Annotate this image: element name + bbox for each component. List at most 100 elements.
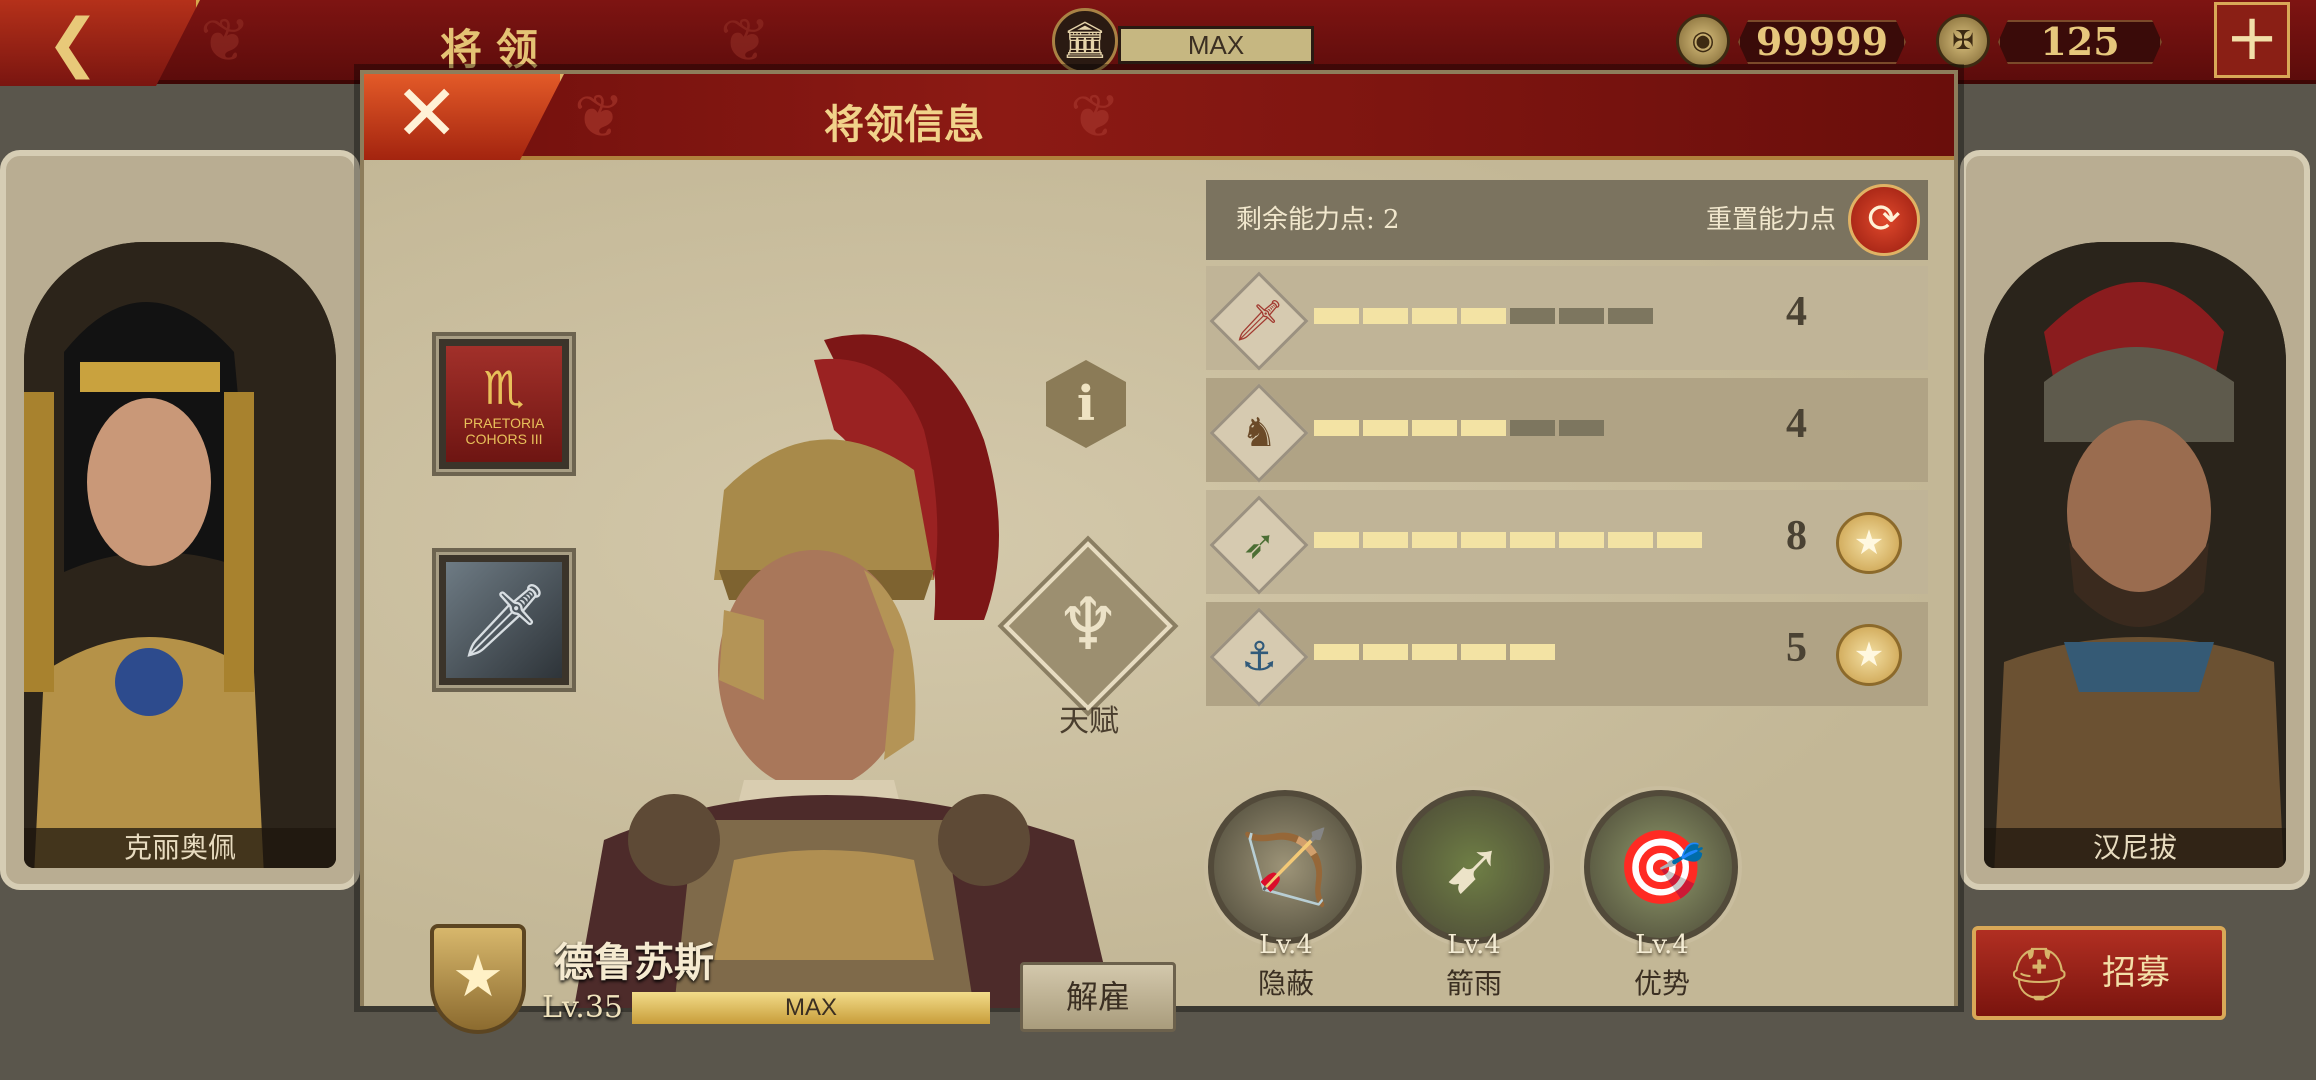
general-name: 德鲁苏斯	[554, 939, 714, 986]
stat-pip	[1412, 644, 1457, 660]
skill-item[interactable]: 🎯 Lv.4 优势	[1582, 790, 1742, 1000]
stat-value: 4	[1786, 289, 1807, 335]
stat-pip	[1412, 532, 1457, 548]
general-level: Lv.35	[542, 990, 624, 1025]
hero-portrait-hannibal: 汉尼拔	[1984, 242, 2286, 868]
remaining-points-text: 剩余能力点: 2	[1236, 205, 1400, 235]
skill-level: Lv.4	[1447, 930, 1501, 960]
talent-label: 天赋	[1059, 704, 1119, 739]
skill-level: Lv.4	[1259, 930, 1313, 960]
stat-pip	[1608, 308, 1653, 324]
stat-progress-bar	[1314, 532, 1702, 548]
stat-pip	[1461, 532, 1506, 548]
add-resource-button[interactable]: +	[2214, 2, 2290, 78]
skill-item[interactable]: ➹ Lv.4 箭雨	[1394, 790, 1554, 1000]
stat-pip	[1314, 644, 1359, 660]
archers-icon: 🎯	[1584, 790, 1738, 944]
stat-value: 5	[1786, 625, 1807, 671]
stat-pip	[1657, 532, 1702, 548]
laurel-left-icon: ❦	[574, 82, 625, 152]
back-button[interactable]: ❮	[0, 0, 200, 86]
stat-pip	[1363, 532, 1408, 548]
stat-pip	[1559, 420, 1604, 436]
horse-icon: ♞	[1209, 383, 1309, 483]
reset-points-button[interactable]: ⟳	[1848, 184, 1920, 256]
stat-row[interactable]: ➶ 8 ★	[1206, 490, 1928, 595]
stat-pip	[1314, 420, 1359, 436]
stat-pip	[1510, 308, 1555, 324]
hero-name-left: 克丽奥佩	[24, 828, 336, 868]
stat-progress-bar	[1314, 308, 1653, 324]
coin-amount: 99999	[1738, 20, 1906, 64]
dismiss-button[interactable]: 解雇	[1020, 962, 1176, 1032]
stat-value: 4	[1786, 401, 1807, 447]
skill-name: 隐蔽	[1257, 967, 1314, 1000]
ability-points-bar: 剩余能力点: 2 重置能力点 ⟳	[1206, 180, 1928, 260]
back-arrow-icon: ❮	[46, 6, 100, 80]
stat-pip	[1608, 532, 1653, 548]
dialog-body: ♏ PRAETORIA COHORS III 🗡 i ♆ 天赋 ★ 德鲁苏斯 L…	[364, 160, 1954, 1034]
hero-card-left[interactable]: 克丽奥佩	[0, 150, 360, 890]
laurel-star-badge-icon: ★	[1836, 512, 1902, 574]
hero-portrait-cleopatra: 克丽奥佩	[24, 242, 336, 868]
sword-icon: 🗡	[1209, 271, 1309, 371]
stat-pip	[1559, 532, 1604, 548]
temple-level-text: MAX	[1118, 26, 1314, 64]
coin-icon: ◉	[1676, 14, 1730, 68]
experience-bar: MAX	[632, 992, 990, 1024]
temple-icon: 🏛	[1052, 8, 1118, 74]
dialog-title: 将领信息	[824, 101, 984, 148]
ambush-icon: 🏹	[1208, 790, 1362, 944]
page-title: 将领	[440, 25, 553, 74]
stat-row[interactable]: ⚓ 5 ★	[1206, 602, 1928, 707]
stat-progress-bar	[1314, 644, 1555, 660]
rank-star-badge-icon: ★	[430, 924, 526, 1034]
spqr-resource[interactable]: ✠ 125	[1936, 14, 2172, 68]
stat-pip	[1363, 308, 1408, 324]
recruit-button[interactable]: ⛑ 招募	[1972, 926, 2226, 1020]
stat-pip	[1412, 420, 1457, 436]
stat-pip	[1314, 532, 1359, 548]
stat-pip	[1510, 420, 1555, 436]
recruit-label: 招募	[2102, 953, 2170, 993]
stat-row[interactable]: ♞ 4	[1206, 378, 1928, 483]
stat-pip	[1363, 420, 1408, 436]
info-icon: i	[1076, 376, 1096, 432]
hero-name-right: 汉尼拔	[1984, 828, 2286, 868]
close-icon: ✕	[394, 69, 460, 159]
refresh-icon: ⟳	[1867, 196, 1901, 242]
stat-pip	[1510, 644, 1555, 660]
stat-value: 8	[1786, 513, 1807, 559]
stat-pip	[1363, 644, 1408, 660]
stat-pip	[1412, 308, 1457, 324]
dialog-header: ✕ ❦ 将领信息 ❦	[364, 74, 1954, 160]
laurel-right-icon: ❦	[1070, 82, 1121, 152]
close-button[interactable]: ✕	[364, 74, 564, 160]
stat-pip	[1461, 308, 1506, 324]
temple-status[interactable]: MAX 🏛	[1052, 8, 1314, 74]
stat-pip	[1510, 532, 1555, 548]
reset-points-label: 重置能力点	[1706, 205, 1837, 235]
stat-pip	[1314, 308, 1359, 324]
coin-resource[interactable]: ◉ 99999	[1676, 14, 1912, 68]
skill-name: 优势	[1633, 967, 1690, 1000]
laurel-right-icon: ❦	[720, 6, 771, 76]
stat-row[interactable]: 🗡 4	[1206, 266, 1928, 371]
general-info-dialog: ✕ ❦ 将领信息 ❦ ♏ PRAETORIA COHORS III 🗡 i ♆ …	[360, 70, 1958, 1034]
spqr-amount: 125	[1998, 20, 2162, 64]
skill-level: Lv.4	[1635, 930, 1689, 960]
laurel-left-icon: ❦	[200, 6, 251, 76]
stat-pip	[1461, 420, 1506, 436]
hero-card-right[interactable]: 汉尼拔	[1960, 150, 2310, 890]
plus-icon: +	[2225, 1, 2279, 75]
stat-pip	[1559, 308, 1604, 324]
stat-progress-bar	[1314, 420, 1604, 436]
bow-icon: ➶	[1209, 495, 1309, 595]
laurel-star-badge-icon: ★	[1836, 624, 1902, 686]
skill-item[interactable]: 🏹 Lv.4 隐蔽	[1206, 790, 1366, 1000]
arrow-rain-icon: ➹	[1396, 790, 1550, 944]
anchor-icon: ⚓	[1209, 607, 1309, 707]
stat-pip	[1461, 644, 1506, 660]
helmet-icon: ⛑	[2006, 945, 2073, 1005]
spqr-eagle-icon: ✠	[1936, 14, 1990, 68]
